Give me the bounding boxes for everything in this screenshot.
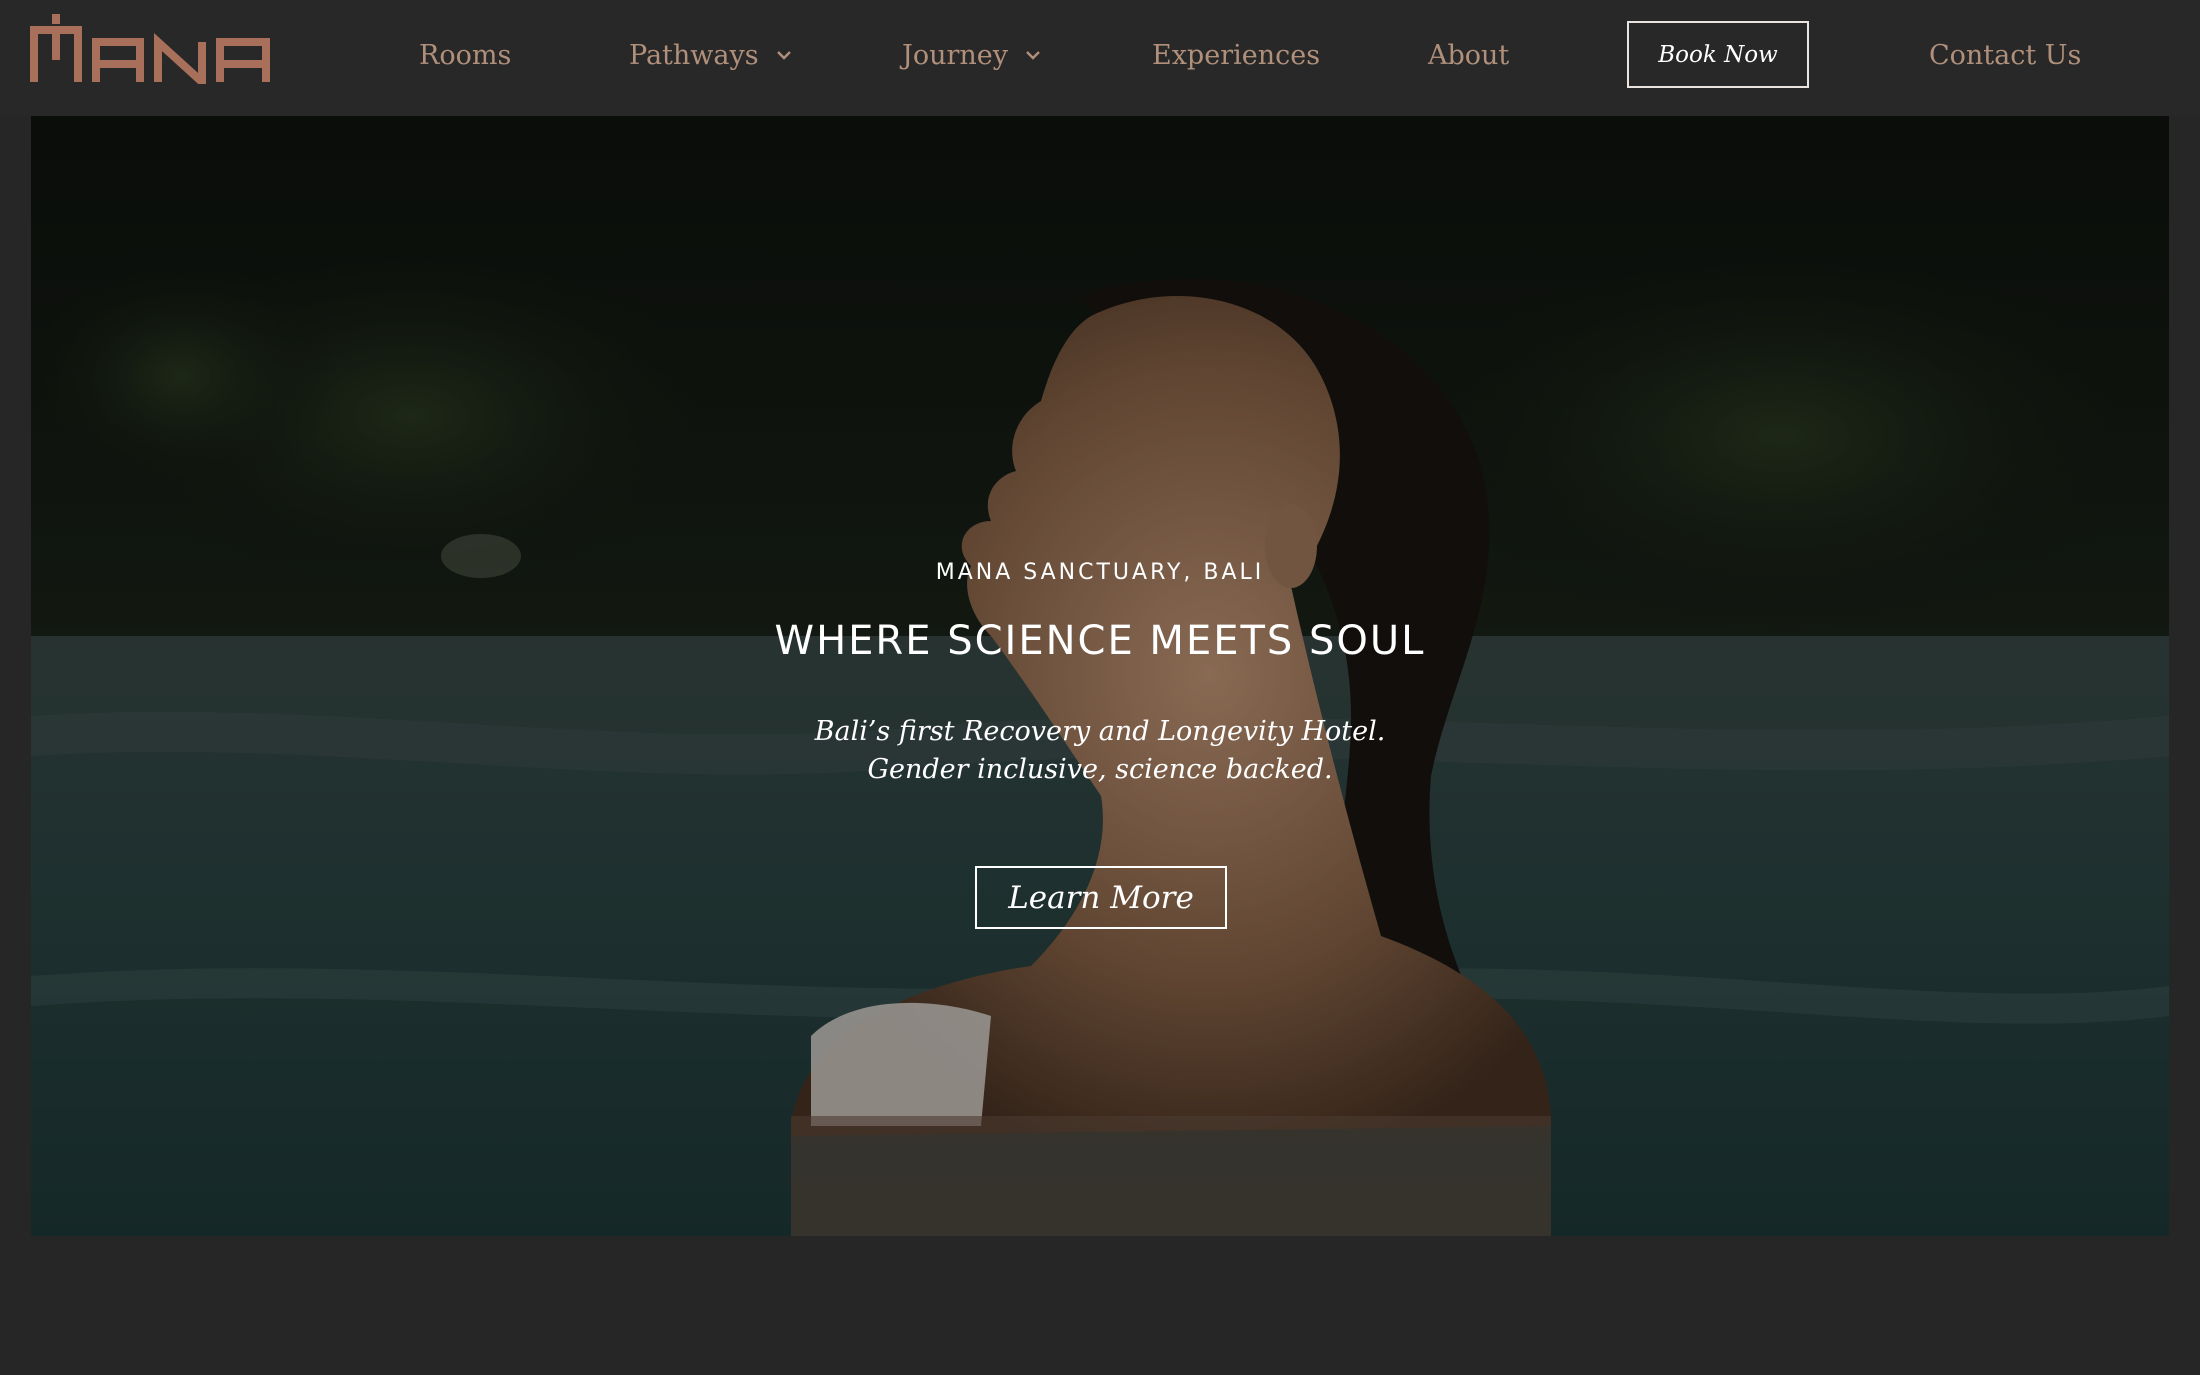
nav-journey[interactable]: Journey <box>902 30 1044 80</box>
nav-rooms-label: Rooms <box>419 39 512 71</box>
chevron-down-icon <box>776 51 791 60</box>
learn-more-label: Learn More <box>1008 879 1194 916</box>
hero-content: MANA SANCTUARY, BALI WHERE SCIENCE MEETS… <box>31 116 2169 1236</box>
nav-pathways-label: Pathways <box>629 39 759 71</box>
site-header: Rooms Pathways Journey Experiences About… <box>0 0 2200 116</box>
book-now-label: Book Now <box>1658 41 1778 68</box>
book-now-button[interactable]: Book Now <box>1627 21 1809 88</box>
nav-about[interactable]: About <box>1428 30 1509 80</box>
nav-experiences-label: Experiences <box>1152 39 1321 71</box>
nav-journey-label: Journey <box>902 39 1008 71</box>
hero-eyebrow: MANA SANCTUARY, BALI <box>935 560 1265 585</box>
nav-rooms[interactable]: Rooms <box>419 30 511 80</box>
nav-about-label: About <box>1428 39 1510 71</box>
chevron-down-icon <box>1026 51 1040 60</box>
nav-contact-us[interactable]: Contact Us <box>1929 30 2081 80</box>
hero-tagline-line1: Bali’s first Recovery and Longevity Hote… <box>814 716 1386 747</box>
mana-logo[interactable] <box>30 12 284 84</box>
nav-pathways[interactable]: Pathways <box>629 30 795 80</box>
hero-headline: WHERE SCIENCE MEETS SOUL <box>774 618 1426 664</box>
hero-tagline-line2: Gender inclusive, science backed. <box>867 754 1333 785</box>
hero-section: MANA SANCTUARY, BALI WHERE SCIENCE MEETS… <box>31 116 2169 1236</box>
learn-more-button[interactable]: Learn More <box>975 866 1227 929</box>
nav-experiences[interactable]: Experiences <box>1152 30 1320 80</box>
nav-contact-label: Contact Us <box>1929 39 2082 71</box>
